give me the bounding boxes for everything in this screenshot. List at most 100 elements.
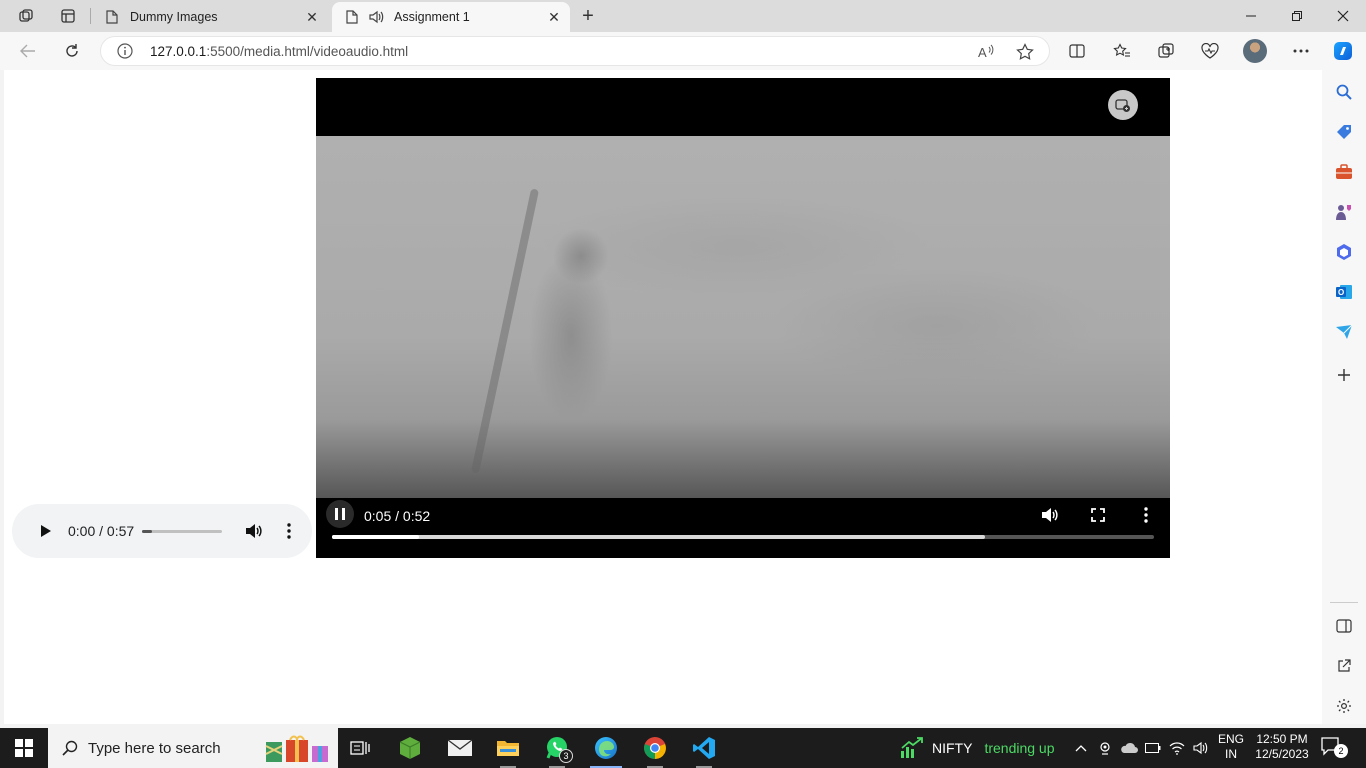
notification-count: 2 — [1334, 744, 1348, 758]
language-indicator[interactable]: ENG IN — [1216, 732, 1246, 762]
games-icon[interactable] — [1332, 200, 1356, 224]
settings-gear-icon[interactable] — [1332, 694, 1356, 718]
taskbar-clock[interactable]: 12:50 PM 12/5/2023 — [1252, 732, 1312, 762]
tab-divider — [90, 8, 91, 24]
browser-essentials-icon[interactable] — [1195, 37, 1225, 65]
site-info-icon[interactable] — [115, 41, 135, 61]
close-icon[interactable]: ✕ — [302, 7, 322, 27]
windows-start-icon[interactable] — [0, 728, 48, 768]
workspaces-icon[interactable] — [12, 4, 40, 28]
tab-assignment-1[interactable]: Assignment 1 ✕ — [332, 2, 570, 32]
language-code: ENG — [1217, 732, 1244, 746]
more-options-icon[interactable] — [284, 521, 294, 541]
audio-seek-fill — [142, 530, 152, 533]
tab-actions-icon[interactable] — [54, 4, 82, 28]
video-played-bar — [332, 535, 420, 539]
video-buffered-bar — [332, 535, 985, 539]
page-icon — [344, 9, 360, 25]
search-placeholder: Type here to search — [88, 739, 221, 757]
volume-icon[interactable] — [244, 521, 264, 541]
audio-seek-slider[interactable] — [142, 530, 222, 533]
tab-title: Assignment 1 — [394, 10, 470, 24]
chevron-up-icon[interactable] — [1070, 728, 1092, 768]
camera-icon[interactable] — [1095, 728, 1115, 768]
video-time: 0:05 / 0:52 — [364, 508, 431, 524]
read-aloud-icon[interactable]: A — [975, 40, 999, 64]
search-highlight-gifts-icon[interactable] — [262, 734, 334, 764]
video-figure — [470, 188, 540, 474]
battery-icon[interactable] — [1143, 728, 1163, 768]
page-icon — [104, 9, 120, 25]
minecraft-block-icon[interactable] — [386, 728, 434, 768]
split-screen-icon[interactable] — [1062, 37, 1092, 65]
mail-icon[interactable] — [436, 728, 484, 768]
wifi-icon[interactable] — [1166, 728, 1188, 768]
volume-icon[interactable] — [1039, 504, 1061, 526]
tab-dummy-images[interactable]: Dummy Images ✕ — [92, 2, 328, 32]
file-explorer-icon[interactable] — [484, 728, 532, 768]
audio-player[interactable]: 0:00 / 0:57 — [12, 504, 312, 558]
more-options-icon[interactable] — [1286, 37, 1316, 65]
volume-icon[interactable] — [1190, 728, 1212, 768]
vscode-icon[interactable] — [680, 728, 728, 768]
edge-sidebar: O — [1322, 70, 1366, 724]
close-window-icon[interactable] — [1320, 0, 1366, 32]
search-icon[interactable] — [1332, 80, 1356, 104]
video-controls: 0:05 / 0:52 — [316, 498, 1170, 558]
search-icon — [60, 738, 80, 758]
refresh-icon[interactable] — [57, 37, 87, 65]
collections-icon[interactable] — [1151, 37, 1181, 65]
close-icon[interactable]: ✕ — [544, 7, 564, 27]
shopping-tag-icon[interactable] — [1332, 120, 1356, 144]
favorites-icon[interactable] — [1107, 37, 1137, 65]
avatar[interactable] — [1240, 37, 1270, 65]
more-options-icon[interactable] — [1135, 504, 1157, 526]
notifications-icon[interactable]: 2 — [1320, 736, 1350, 760]
stock-widget[interactable]: NIFTY trending up — [900, 728, 1055, 768]
speaker-icon[interactable] — [368, 9, 384, 25]
whatsapp-badge: 3 — [559, 749, 573, 763]
minimize-icon[interactable] — [1228, 0, 1274, 32]
trend-chart-icon — [900, 737, 924, 759]
url-host: 127.0.0.1 — [150, 43, 207, 59]
chrome-icon[interactable] — [631, 728, 679, 768]
address-bar[interactable]: 127.0.0.1:5500/media.html/videoaudio.htm… — [100, 36, 1050, 66]
play-icon[interactable] — [38, 523, 54, 539]
edge-browser-icon[interactable] — [582, 728, 630, 768]
pause-icon[interactable] — [326, 500, 354, 528]
tab-title: Dummy Images — [130, 10, 218, 24]
nifty-label: NIFTY — [932, 740, 973, 756]
clock-time: 12:50 PM — [1256, 732, 1308, 746]
page-viewport: 0:00 / 0:57 0:05 / 0:52 — [4, 70, 1322, 724]
back-icon[interactable] — [13, 37, 43, 65]
microsoft-365-icon[interactable] — [1332, 240, 1356, 264]
onedrive-cloud-icon[interactable] — [1118, 728, 1140, 768]
external-link-icon[interactable] — [1332, 654, 1356, 678]
copilot-icon[interactable] — [1328, 37, 1358, 65]
picture-in-picture-icon[interactable] — [1108, 90, 1138, 120]
new-tab-button[interactable]: + — [576, 4, 600, 28]
audio-time: 0:00 / 0:57 — [68, 523, 135, 539]
outlook-icon[interactable]: O — [1332, 280, 1356, 304]
svg-text:A: A — [978, 45, 987, 60]
send-drop-icon[interactable] — [1332, 320, 1356, 344]
browser-tab-strip: Dummy Images ✕ Assignment 1 ✕ + — [0, 0, 1366, 32]
task-view-icon[interactable] — [336, 728, 384, 768]
video-frame[interactable] — [316, 136, 1170, 500]
hide-sidebar-icon[interactable] — [1332, 614, 1356, 638]
video-seek-bar[interactable] — [332, 535, 1154, 539]
nifty-status: trending up — [984, 740, 1055, 756]
language-region: IN — [1225, 747, 1237, 761]
sidebar-divider — [1330, 602, 1358, 603]
add-icon[interactable] — [1332, 363, 1356, 387]
fullscreen-icon[interactable] — [1087, 504, 1109, 526]
restore-icon[interactable] — [1274, 0, 1320, 32]
url-text[interactable]: 127.0.0.1:5500/media.html/videoaudio.htm… — [150, 44, 408, 59]
windows-taskbar: Type here to search 3 NIFTY trending up — [0, 728, 1366, 768]
favorite-star-icon[interactable] — [1013, 40, 1037, 64]
tools-briefcase-icon[interactable] — [1332, 160, 1356, 184]
whatsapp-icon[interactable]: 3 — [533, 728, 581, 768]
svg-text:O: O — [1338, 288, 1344, 297]
video-player[interactable]: 0:05 / 0:52 — [316, 78, 1170, 558]
browser-toolbar: 127.0.0.1:5500/media.html/videoaudio.htm… — [0, 32, 1366, 70]
